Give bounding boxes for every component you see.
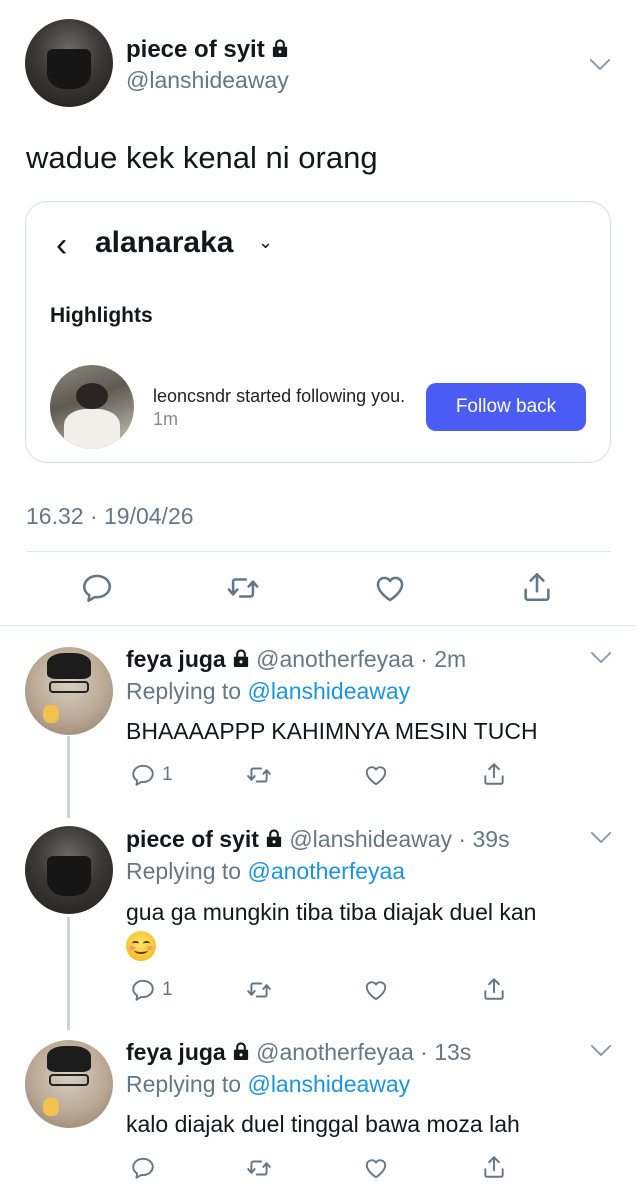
reply-time: 2m — [434, 646, 467, 672]
chevron-down-icon[interactable] — [590, 831, 612, 844]
reply-author-name: feya juga — [126, 1039, 226, 1065]
replying-to-link[interactable]: @anotherfeyaa — [247, 858, 405, 884]
thread-connector — [67, 917, 70, 1030]
replying-to-line: Replying to @anotherfeyaa — [126, 858, 405, 885]
main-author-handle[interactable]: @lanshideaway — [126, 67, 289, 94]
embed-notification-time: 1m — [153, 409, 179, 429]
follow-back-button: Follow back — [426, 383, 586, 431]
heart-icon[interactable] — [373, 571, 407, 605]
chevron-down-icon[interactable] — [590, 1044, 612, 1057]
reply-author-name: feya juga — [126, 646, 226, 672]
retweet-icon[interactable] — [246, 977, 276, 1005]
lock-icon — [265, 829, 283, 848]
retweet-icon[interactable] — [246, 1155, 276, 1183]
replying-to-line: Replying to @lanshideaway — [126, 678, 410, 705]
lock-icon — [271, 39, 289, 58]
divider — [0, 625, 636, 626]
embed-notification-user: leoncsndr — [153, 386, 232, 406]
share-icon[interactable] — [481, 761, 511, 789]
embed-profile-username: alanaraka — [95, 226, 234, 259]
embed-notification-avatar — [50, 365, 134, 449]
replying-to-label: Replying to — [126, 1071, 242, 1097]
share-icon[interactable] — [520, 570, 554, 604]
reply-author-avatar[interactable] — [25, 1040, 113, 1128]
replying-to-label: Replying to — [126, 678, 242, 704]
main-author-name[interactable]: piece of syit — [126, 36, 289, 64]
main-author-name-text: piece of syit — [126, 36, 265, 63]
reply-author-handle: @anotherfeyaa — [256, 1039, 414, 1065]
reply-text: gua ga mungkin tiba tiba diajak duel kan — [126, 896, 606, 961]
reply-icon[interactable]: 1 — [130, 762, 180, 790]
reply-author-line[interactable]: piece of syit @lanshideaway · 39s — [126, 826, 510, 853]
reply-count: 1 — [162, 979, 173, 1000]
replying-to-link[interactable]: @lanshideaway — [247, 1071, 410, 1097]
replying-to-line: Replying to @lanshideaway — [126, 1071, 410, 1098]
embed-notification-text: leoncsndr started following you. 1m — [153, 385, 423, 431]
reply-icon[interactable] — [130, 1155, 160, 1183]
reply-author-handle: @anotherfeyaa — [256, 646, 414, 672]
reply-icon[interactable] — [80, 571, 114, 605]
thread-connector — [67, 736, 70, 818]
heart-icon[interactable] — [363, 977, 393, 1005]
reply-time: 39s — [472, 826, 510, 852]
reply-author-avatar[interactable] — [25, 647, 113, 735]
embedded-screenshot-card[interactable]: ‹ alanaraka ⌄ Highlights leoncsndr start… — [25, 201, 611, 463]
lock-icon — [232, 1042, 250, 1061]
divider — [26, 551, 611, 552]
reply-time: 13s — [434, 1039, 472, 1065]
main-tweet-text: wadue kek kenal ni orang — [26, 140, 378, 175]
reply-author-name: piece of syit — [126, 826, 259, 852]
heart-icon[interactable] — [363, 1155, 393, 1183]
chevron-down-icon[interactable] — [590, 651, 612, 664]
embed-dropdown-icon: ⌄ — [258, 232, 274, 252]
main-tweet-timestamp[interactable]: 16.32 · 19/04/26 — [26, 503, 194, 530]
replying-to-link[interactable]: @lanshideaway — [247, 678, 410, 704]
chevron-down-icon[interactable] — [589, 58, 611, 71]
share-icon[interactable] — [481, 976, 511, 1004]
reply-text-content: gua ga mungkin tiba tiba diajak duel kan — [126, 899, 537, 925]
reply-icon[interactable]: 1 — [130, 977, 180, 1005]
reply-text: kalo diajak duel tinggal bawa moza lah — [126, 1111, 520, 1137]
reply-author-line[interactable]: feya juga @anotherfeyaa · 2m — [126, 646, 466, 673]
lock-icon — [232, 649, 250, 668]
embed-notification-message: started following you. — [236, 386, 406, 406]
replying-to-label: Replying to — [126, 858, 242, 884]
reply-text: BHAAAAPPP KAHIMNYA MESIN TUCH — [126, 718, 538, 744]
embed-highlights-heading: Highlights — [50, 304, 153, 327]
retweet-icon[interactable] — [246, 762, 276, 790]
back-arrow-icon: ‹ — [56, 226, 68, 264]
reply-count: 1 — [162, 764, 173, 785]
reply-author-line[interactable]: feya juga @anotherfeyaa · 13s — [126, 1039, 471, 1066]
retweet-icon[interactable] — [226, 571, 260, 605]
share-icon[interactable] — [481, 1154, 511, 1182]
reply-author-avatar[interactable] — [25, 826, 113, 914]
smiling-face-emoji-icon — [126, 930, 156, 961]
main-author-avatar[interactable] — [25, 19, 113, 107]
heart-icon[interactable] — [363, 762, 393, 790]
reply-author-handle: @lanshideaway — [289, 826, 453, 852]
